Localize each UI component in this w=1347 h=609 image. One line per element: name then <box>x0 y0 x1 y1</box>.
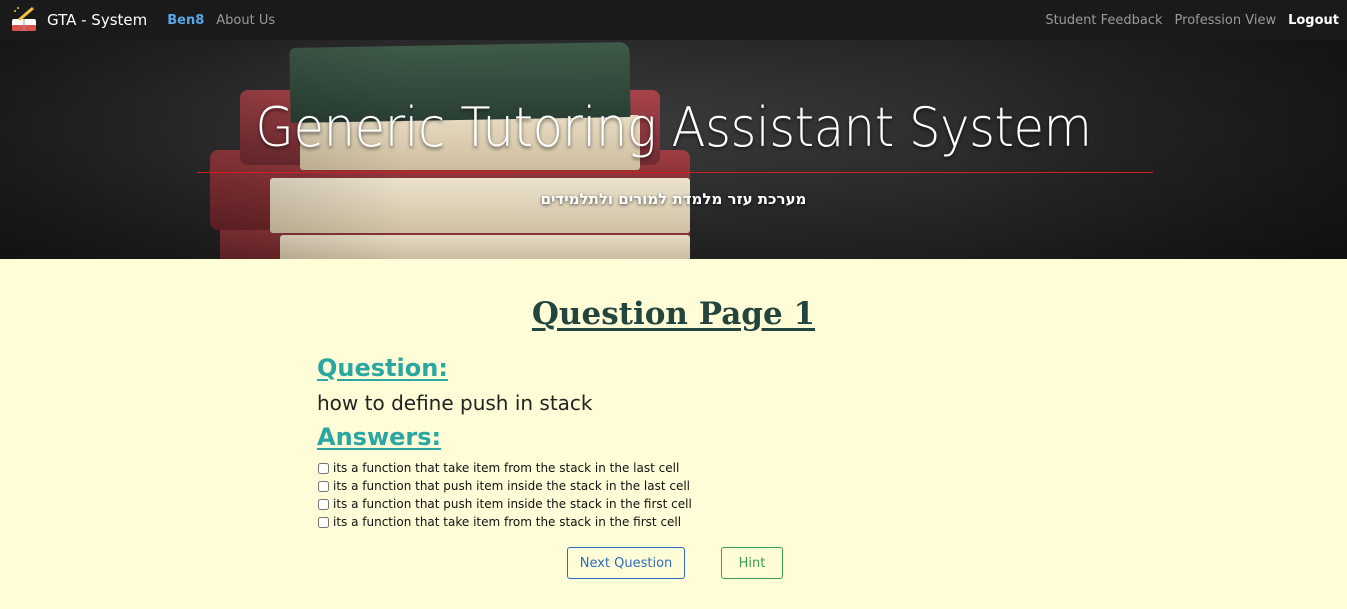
hero-title: Generic Tutoring Assistant System <box>255 96 1092 159</box>
nav-student-feedback-link[interactable]: Student Feedback <box>1045 13 1162 28</box>
question-text: how to define push in stack <box>317 391 593 415</box>
answer-label: its a function that take item from the s… <box>333 461 680 475</box>
hero-banner: Generic Tutoring Assistant System מערכת … <box>0 40 1347 259</box>
hero-divider <box>197 172 1153 173</box>
nav-right-group: Student Feedback Profession View Logout <box>1033 13 1339 28</box>
page-title: Question Page 1 <box>531 296 816 332</box>
answer-checkbox[interactable] <box>318 462 329 474</box>
answers-heading: Answers: <box>317 423 442 451</box>
nav-about-link[interactable]: About Us <box>216 13 275 28</box>
brand-name: GTA - System <box>47 11 148 29</box>
question-heading: Question: <box>317 354 448 382</box>
nav-user-link[interactable]: Ben8 <box>167 13 204 28</box>
answer-checkbox[interactable] <box>318 498 329 510</box>
answer-label: its a function that push item inside the… <box>333 479 690 493</box>
answer-option[interactable]: its a function that push item inside the… <box>317 477 692 495</box>
hero-subtitle: מערכת עזר מלמדת למורים ולתלמידים <box>540 190 807 208</box>
brand[interactable]: GTA - System <box>9 5 147 35</box>
next-question-button[interactable]: Next Question <box>567 547 685 579</box>
logout-link[interactable]: Logout <box>1288 13 1339 28</box>
answer-option[interactable]: its a function that take item from the s… <box>317 513 692 531</box>
book-pencil-logo-icon <box>9 5 39 35</box>
answer-checkbox[interactable] <box>318 516 329 528</box>
answer-option[interactable]: its a function that take item from the s… <box>317 459 692 477</box>
answers-list: its a function that take item from the s… <box>317 459 692 531</box>
answer-label: its a function that take item from the s… <box>333 515 682 529</box>
nav-profession-view-link[interactable]: Profession View <box>1175 13 1277 28</box>
answer-label: its a function that push item inside the… <box>333 497 692 511</box>
answer-checkbox[interactable] <box>318 480 329 492</box>
hint-button[interactable]: Hint <box>721 547 783 579</box>
answer-option[interactable]: its a function that push item inside the… <box>317 495 692 513</box>
top-navbar: GTA - System Ben8 About Us Student Feedb… <box>0 0 1347 40</box>
